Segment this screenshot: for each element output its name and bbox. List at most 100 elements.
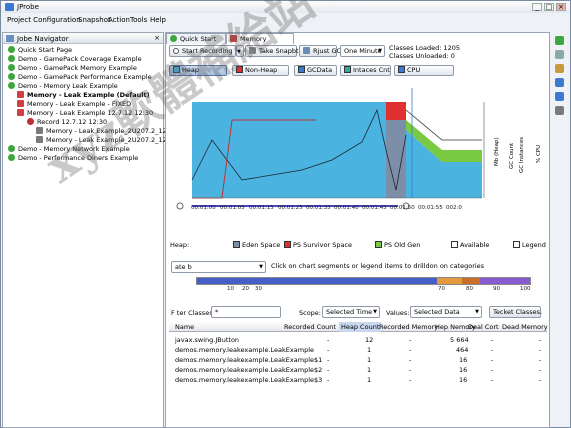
tree-item-leak-fixed[interactable]: Memory - Leak Example - FIXED [17,100,131,109]
legend-checkbox[interactable] [513,241,520,248]
scope-value: Selected Time [326,308,373,316]
start-recording-button[interactable]: Start Recording [169,45,236,57]
bar-segment-dark-orange[interactable] [462,278,480,284]
navigator-icon [6,35,14,42]
heap-icon [173,66,180,73]
tree-item-performance[interactable]: Demo - GamePack Performance Example [8,73,152,82]
legend-old-gen[interactable]: PS Old Gen [375,241,420,249]
table-row[interactable]: demos.memory.leakexample.LeakExample$1 -… [169,356,547,365]
legend-available[interactable]: Available [451,241,489,249]
cell-name: demos.memory.leakexample.LeakExample$3 [175,376,323,384]
config-icon [17,91,24,98]
legend-survivor[interactable]: PS Survivor Space [284,241,352,249]
bar-segment-orange[interactable] [437,278,462,284]
menu-tools[interactable]: Tools [130,16,147,24]
cpu-view-button[interactable]: CPU [394,65,454,76]
instances-table: Name Recorded Count Heap Count Recorded … [169,322,549,392]
cell-recorded-count: - [327,336,330,344]
chevron-down-icon: ▼ [475,309,479,315]
scale-tick: 70 [438,286,445,292]
tab-memory-session[interactable]: Memory Session × [226,33,294,54]
distribution-bar[interactable] [196,277,531,285]
cell-heap-memory: 464 [456,346,469,354]
close-icon[interactable]: × [154,34,160,42]
view-icon[interactable] [555,50,564,59]
drilldown-hint: Click on chart segments or legend items … [271,262,485,270]
eden-swatch [233,241,240,248]
col-recorded-count[interactable]: Recorded Count [284,322,336,332]
settings-icon[interactable] [555,106,564,115]
non-heap-label: Non-Heap [245,66,278,74]
tree-item-leak-default[interactable]: Memory - Leak Example (Default) [17,91,150,100]
x-tick: 00:01:40 [334,205,359,211]
col-dead-count[interactable]: Deal Cort [468,322,499,332]
tree-item-snapshot-2[interactable]: Memory - Leak Example_2U207.2_123( [36,136,173,145]
non-heap-view-button[interactable]: Non-Heap [232,65,289,76]
table-row[interactable]: javax.swing.JButton - 12 - 5 664 - - [169,336,547,345]
col-dead-memory[interactable]: Dead Memory [502,322,548,332]
memory-chart[interactable] [172,80,496,214]
table-row[interactable]: demos.memory.leakexample.LeakExample - 1… [169,346,547,355]
project-icon [8,154,15,161]
performance-icon[interactable] [555,92,564,101]
table-row[interactable]: demos.memory.leakexample.LeakExample$3 -… [169,376,547,385]
col-heap-count[interactable]: Heap Count [339,322,382,332]
scope-select[interactable]: Selected Time ▼ [322,306,380,318]
menu-help[interactable]: Help [150,16,166,24]
filter-classes-input[interactable]: * [211,306,281,318]
heap-area-left [192,102,316,198]
heap-view-button[interactable]: Heap [169,65,227,76]
interval-value: One Minute [344,47,382,55]
col-recorded-memory[interactable]: Recorded Memory [379,322,438,332]
run-gc-label: Rjust GC [313,47,342,55]
project-icon [8,145,15,152]
title-bar: JProbe _ □ × [1,1,570,13]
cpu-label: CPU [407,66,421,74]
instances-count-view-button[interactable]: Intaces Cnt [340,65,391,76]
menu-action[interactable]: Action [108,16,130,24]
snapshot-icon[interactable] [555,64,564,73]
tree-item-coverage[interactable]: Demo - GamePack Coverage Example [8,55,142,64]
drilldown-select[interactable]: ate b ▼ [171,261,266,273]
tree-item-snapshot-1[interactable]: Memory - Leak Example_2U207.2_122( [36,127,173,136]
menu-project-configuration[interactable]: Project Configuration [7,16,81,24]
tree-item-leak-session[interactable]: Memory - Leak Example 12.7.12 12:30 [17,109,153,118]
take-snapshot-button[interactable]: Take Snapbt [245,45,299,57]
tree-item-quick-start[interactable]: Quick Start Page [8,46,72,55]
tree-item-record[interactable]: Record 12.7.12 12:30 [27,118,107,127]
bar-segment-purple[interactable] [480,278,530,284]
cell-recorded-memory: - [409,366,412,374]
table-row[interactable]: demos.memory.leakexample.LeakExample$2 -… [169,366,547,375]
track-classes-button[interactable]: Tecket Classes. [489,306,542,318]
col-name[interactable]: Name [175,322,194,332]
cell-dead-count: - [491,346,494,354]
gc-data-view-button[interactable]: GCData [294,65,337,76]
tree-item-memory-leak[interactable]: Demo - Memory Leak Example [8,82,118,91]
run-gc-button[interactable]: Rjust GC [299,45,341,57]
tab-quick-start[interactable]: Quick Start Page [166,33,226,54]
menu-snapshot[interactable]: Snapshot [78,16,111,24]
minimize-button[interactable]: _ [532,3,542,11]
tree-item-diners[interactable]: Demo - Performance Diners Example [8,154,138,163]
legend-toggle[interactable]: Legend [513,241,546,249]
close-button[interactable]: × [556,3,566,11]
maximize-button[interactable]: □ [544,3,554,11]
values-select[interactable]: Selected Data ▼ [410,306,482,318]
page-icon [170,35,177,42]
session-icon [230,35,237,42]
legend-eden[interactable]: Eden Space [233,241,280,249]
recording-options-dropdown[interactable]: ▼ [236,45,244,57]
cell-heap-count: 12 [365,336,374,344]
tree-item-network[interactable]: Demo - Memory Network Example [8,145,130,154]
memory-icon[interactable] [555,78,564,87]
survivor-swatch [284,241,291,248]
survivor-area [386,102,406,120]
run-icon[interactable] [555,36,564,45]
non-heap-icon [236,66,243,73]
tree-item-memory[interactable]: Demo - GamePack Memory Example [8,64,137,73]
interval-select[interactable]: One Minute ▼ [340,45,385,57]
record-icon [173,48,179,54]
heap-area-mid [316,102,386,198]
tree-item-label: Memory - Leak Example_2U207.2_122( [46,127,174,135]
cell-heap-count: 1 [367,346,372,354]
